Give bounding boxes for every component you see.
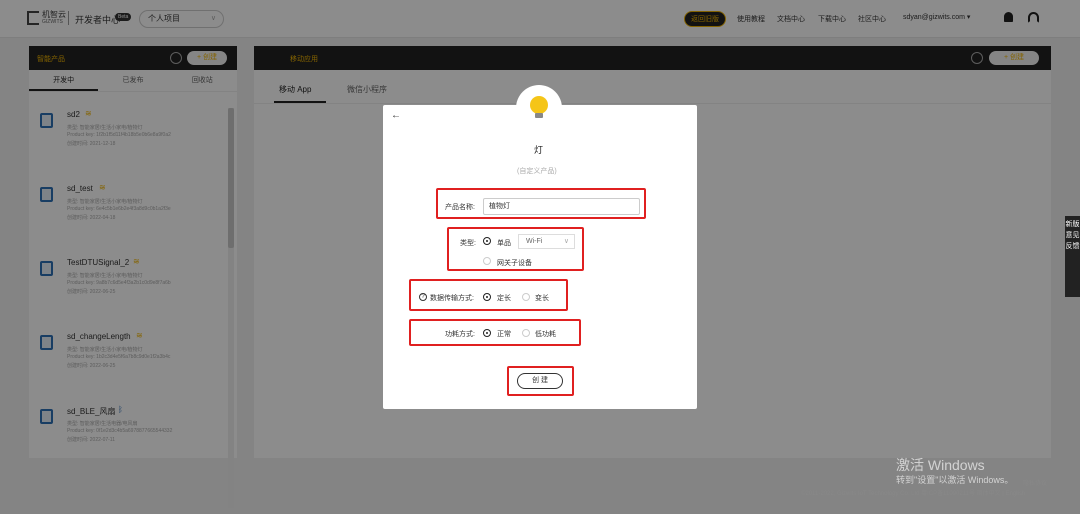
modal-subtitle: (自定义产品) [517, 168, 557, 175]
highlight-box-data [409, 279, 568, 311]
highlight-box-create [507, 366, 574, 396]
feedback-tab[interactable]: 新版意见反馈 [1065, 216, 1080, 297]
modal-title: 灯 [534, 145, 544, 155]
privacy-link[interactable]: 隐私协议 [1023, 478, 1047, 487]
lightbulb-base [535, 113, 543, 118]
windows-watermark-sub: 转到"设置"以激活 Windows。 [896, 475, 1014, 485]
footer-copyright: ©2011-2022, Gizwits IoT Technology Co. L… [801, 491, 1026, 497]
highlight-box-power [409, 319, 581, 346]
highlight-box-name [436, 188, 646, 219]
lightbulb-icon [530, 96, 548, 114]
highlight-box-type [447, 227, 584, 271]
windows-watermark-title: 激活 Windows [896, 457, 985, 473]
back-arrow-icon[interactable]: ← [391, 110, 401, 121]
